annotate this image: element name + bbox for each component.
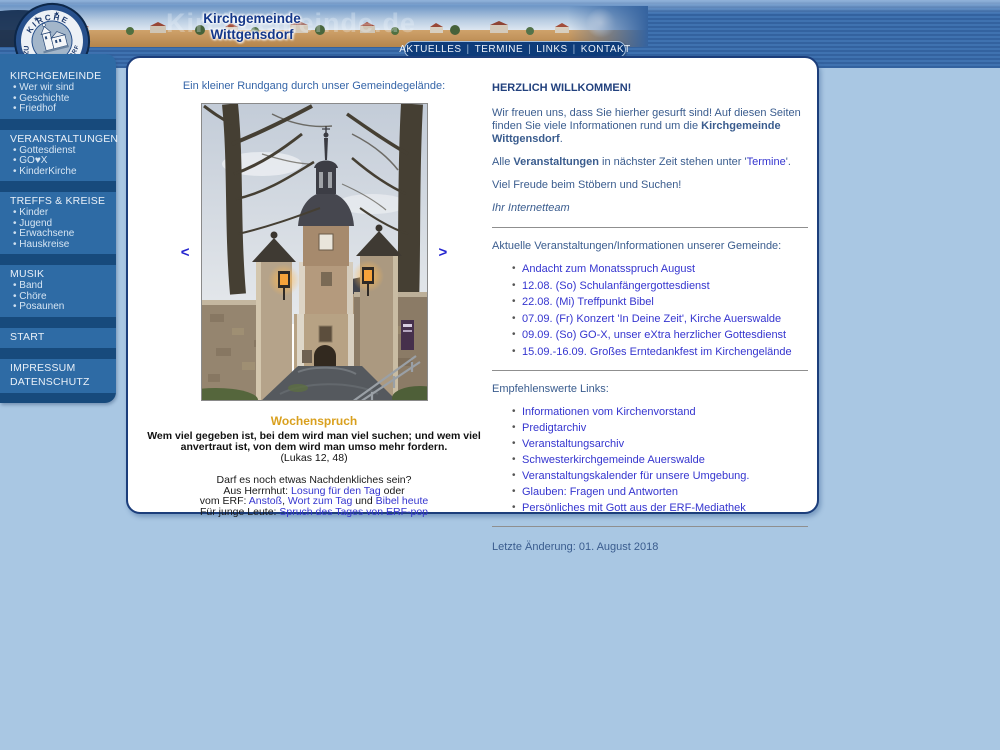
site-title-line2: Wittgensdorf: [172, 27, 332, 43]
wochenspruch-links: Darf es noch etwas Nachdenkliches sein? …: [140, 475, 488, 517]
sidebar-item-friedhof[interactable]: Friedhof: [0, 104, 116, 115]
link-item: Veranstaltungsarchiv: [512, 438, 808, 450]
recommended-link[interactable]: Informationen vom Kirchenvorstand: [522, 406, 696, 418]
gallery-intro-text: Ein kleiner Rundgang durch unser Gemeind…: [140, 80, 488, 92]
welcome-title: HERZLICH WILLKOMMEN!: [492, 82, 808, 95]
nav-links[interactable]: LINKS: [536, 44, 567, 55]
sidebar-item-gox[interactable]: GO♥X: [0, 156, 116, 167]
link-item: Veranstaltungskalender für unsere Umgebu…: [512, 470, 808, 482]
nav-separator: |: [528, 44, 531, 55]
erf-pop-link[interactable]: Spruch des Tages von ERF-pop: [279, 506, 428, 518]
divider: [492, 526, 808, 527]
welcome-column: HERZLICH WILLKOMMEN! Wir freuen uns, das…: [492, 82, 808, 554]
last-change-text: Letzte Änderung: 01. August 2018: [492, 541, 808, 554]
event-link[interactable]: Andacht zum Monatsspruch August: [522, 263, 695, 275]
youth-line: Für junge Leute: Spruch des Tages von ER…: [140, 507, 488, 518]
nav-separator: |: [573, 44, 576, 55]
gallery-next-button[interactable]: >: [437, 243, 450, 262]
events-heading: Aktuelle Veranstaltungen/Informationen u…: [492, 240, 808, 253]
divider: [492, 227, 808, 228]
sidebar-item-erwachsene[interactable]: Erwachsene: [0, 229, 116, 240]
sidebar-item-impressum[interactable]: IMPRESSUM: [0, 361, 116, 375]
sidebar-title-veranstaltungen[interactable]: VERANSTALTUNGEN: [0, 132, 116, 146]
sidebar-item-kinder[interactable]: Kinder: [0, 208, 116, 219]
sidebar-item-hauskreise[interactable]: Hauskreise: [0, 240, 116, 251]
sidebar-section-veranstaltungen: VERANSTALTUNGEN Gottesdienst GO♥X Kinder…: [0, 130, 116, 182]
sidebar-section-treffs-kreise: TREFFS & KREISE Kinder Jugend Erwachsene…: [0, 192, 116, 254]
church-photo: [201, 103, 428, 401]
recommended-links-list: Informationen vom Kirchenvorstand Predig…: [492, 406, 808, 514]
gallery-column: Ein kleiner Rundgang durch unser Gemeind…: [140, 80, 488, 517]
links-heading: Empfehlenswerte Links:: [492, 383, 808, 396]
event-link[interactable]: 15.09.-16.09. Großes Erntedankfest im Ki…: [522, 346, 792, 358]
church-photo-graphic: [202, 104, 428, 401]
sidebar-item-posaunen[interactable]: Posaunen: [0, 302, 116, 313]
sidebar-navigation: KIRCHGEMEINDE Wer wir sind Geschichte Fr…: [0, 54, 116, 403]
sidebar-section-start: START: [0, 328, 116, 348]
wochenspruch-quote: Wem viel gegeben ist, bei dem wird man v…: [140, 431, 488, 453]
link-item: Persönliches mit Gott aus der ERF-Mediat…: [512, 502, 808, 514]
site-title-line1: Kirchgemeinde: [172, 11, 332, 27]
termine-link[interactable]: Termine: [747, 156, 786, 168]
gallery-prev-button[interactable]: <: [179, 243, 192, 262]
p2-mid: in nächster Zeit stehen unter ': [599, 156, 747, 168]
link-item: Informationen vom Kirchenvorstand: [512, 406, 808, 418]
nav-termine[interactable]: TERMINE: [475, 44, 524, 55]
recommended-link[interactable]: Schwesterkirchgemeinde Auerswalde: [522, 454, 705, 466]
event-link[interactable]: 12.08. (So) Schulanfängergottesdienst: [522, 280, 710, 292]
sidebar-section-impressum: IMPRESSUM DATENSCHUTZ: [0, 359, 116, 393]
p1-end: .: [560, 133, 563, 145]
event-item: 07.09. (Fr) Konzert 'In Deine Zeit', Kir…: [512, 313, 808, 325]
wochenspruch-title: Wochenspruch: [140, 414, 488, 428]
welcome-paragraph-3: Viel Freude beim Stöbern und Suchen!: [492, 179, 808, 192]
sidebar-item-datenschutz[interactable]: DATENSCHUTZ: [0, 375, 116, 389]
sidebar-title-treffs-kreise[interactable]: TREFFS & KREISE: [0, 194, 116, 208]
nav-aktuelles[interactable]: AKTUELLES: [399, 44, 461, 55]
link-item: Glauben: Fragen und Antworten: [512, 486, 808, 498]
recommended-link[interactable]: Veranstaltungsarchiv: [522, 438, 624, 450]
p2-bold: Veranstaltungen: [513, 156, 599, 168]
nav-separator: |: [467, 44, 470, 55]
recommended-link[interactable]: Glauben: Fragen und Antworten: [522, 486, 678, 498]
youth-prefix: Für junge Leute:: [200, 506, 279, 518]
sidebar-item-kinderkirche[interactable]: KinderKirche: [0, 167, 116, 178]
link-item: Predigtarchiv: [512, 422, 808, 434]
sidebar-item-start[interactable]: START: [0, 330, 116, 344]
wochenspruch-section: Wochenspruch Wem viel gegeben ist, bei d…: [140, 414, 488, 517]
sidebar-title-kirchgemeinde[interactable]: KIRCHGEMEINDE: [0, 69, 116, 83]
link-item: Schwesterkirchgemeinde Auerswalde: [512, 454, 808, 466]
event-link[interactable]: 07.09. (Fr) Konzert 'In Deine Zeit', Kir…: [522, 313, 781, 325]
recommended-link[interactable]: Veranstaltungskalender für unsere Umgebu…: [522, 470, 749, 482]
welcome-paragraph-1: Wir freuen uns, dass Sie hierher gesurft…: [492, 107, 808, 146]
event-item: 22.08. (Mi) Treffpunkt Bibel: [512, 296, 808, 308]
site-title: Kirchgemeinde Wittgensdorf: [172, 11, 332, 43]
event-item: 12.08. (So) Schulanfängergottesdienst: [512, 280, 808, 292]
gallery-row: <: [140, 103, 488, 401]
p2-pre: Alle: [492, 156, 513, 168]
sidebar-item-wer-wir-sind[interactable]: Wer wir sind: [0, 83, 116, 94]
welcome-signature: Ihr Internetteam: [492, 202, 808, 215]
divider: [492, 370, 808, 371]
sidebar-title-musik[interactable]: MUSIK: [0, 267, 116, 281]
event-link[interactable]: 22.08. (Mi) Treffpunkt Bibel: [522, 296, 654, 308]
welcome-paragraph-2: Alle Veranstaltungen in nächster Zeit st…: [492, 156, 808, 169]
wochenspruch-reference: (Lukas 12, 48): [140, 453, 488, 464]
sidebar-section-musik: MUSIK Band Chöre Posaunen: [0, 265, 116, 317]
events-list: Andacht zum Monatsspruch August 12.08. (…: [492, 263, 808, 358]
sidebar-section-kirchgemeinde: KIRCHGEMEINDE Wer wir sind Geschichte Fr…: [0, 54, 116, 119]
p2-end: '.: [786, 156, 791, 168]
content-panel: Ein kleiner Rundgang durch unser Gemeind…: [126, 56, 819, 514]
nav-kontakt[interactable]: KONTAKT: [581, 44, 631, 55]
event-item: 09.09. (So) GO-X, unser eXtra herzlicher…: [512, 329, 808, 341]
event-link[interactable]: 09.09. (So) GO-X, unser eXtra herzlicher…: [522, 329, 786, 341]
event-item: Andacht zum Monatsspruch August: [512, 263, 808, 275]
recommended-link[interactable]: Persönliches mit Gott aus der ERF-Mediat…: [522, 502, 746, 514]
recommended-link[interactable]: Predigtarchiv: [522, 422, 586, 434]
event-item: 15.09.-16.09. Großes Erntedankfest im Ki…: [512, 346, 808, 358]
sidebar-item-band[interactable]: Band: [0, 281, 116, 292]
